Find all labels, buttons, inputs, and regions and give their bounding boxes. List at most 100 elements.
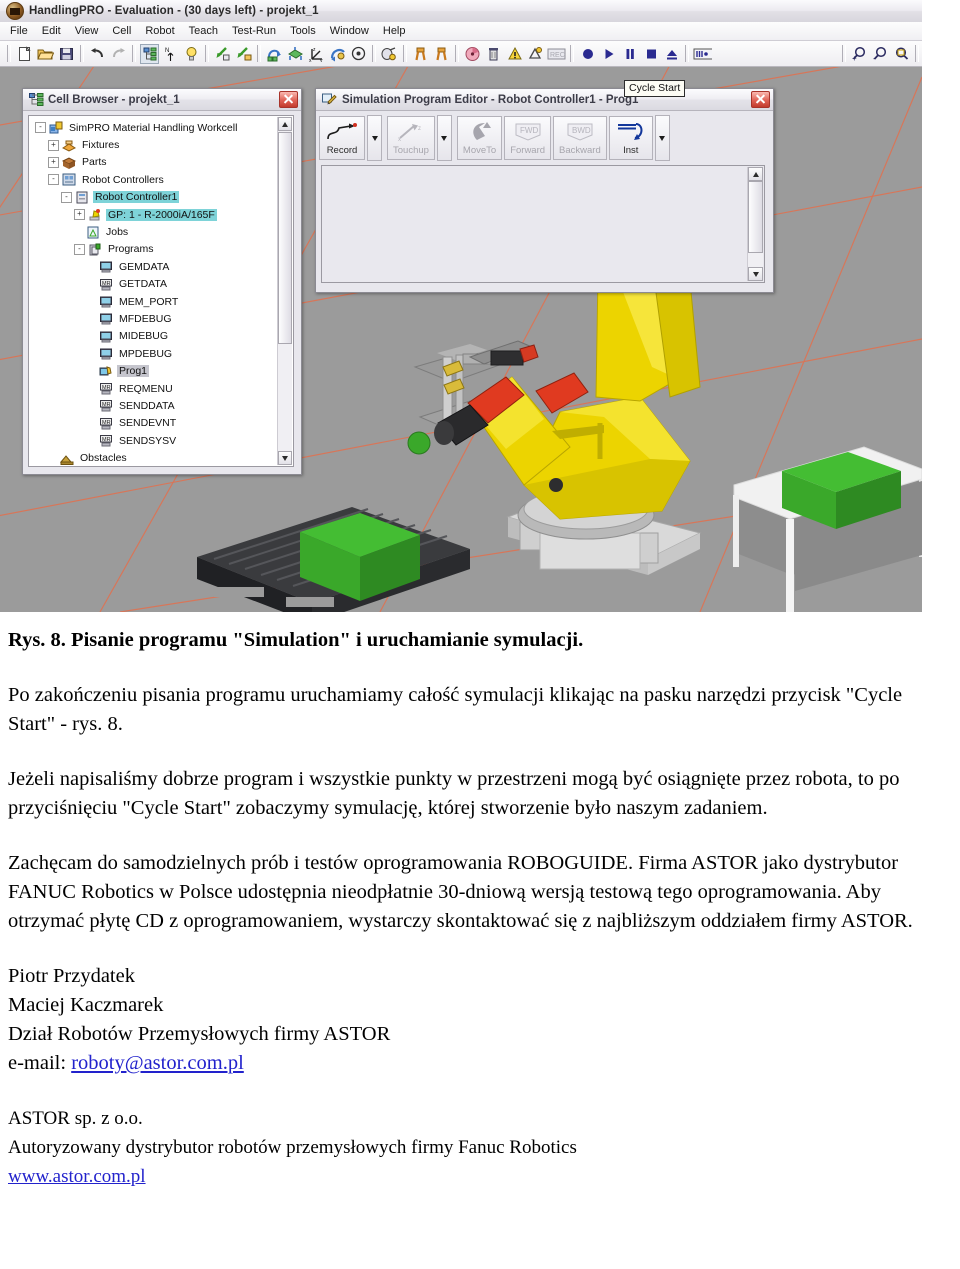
profiler-icon[interactable] [463, 44, 482, 64]
tree-node-label[interactable]: GETDATA [117, 278, 169, 290]
record-display-icon[interactable]: REC [547, 44, 566, 64]
tree-node[interactable]: - Robot Controllers [29, 171, 277, 188]
tree-node-label[interactable]: Obstacles [78, 452, 129, 464]
tree-node[interactable]: GEMDATA [29, 258, 277, 275]
simulation-program-editor-window[interactable]: Simulation Program Editor - Robot Contro… [315, 88, 774, 293]
tree-node-label[interactable]: Fixtures [80, 139, 121, 151]
cell-browser-icon[interactable] [140, 43, 159, 64]
menu-item-view[interactable]: View [75, 25, 99, 37]
website-link[interactable]: www.astor.com.pl [8, 1162, 952, 1191]
undo-icon[interactable] [88, 44, 107, 64]
tree-node[interactable]: MR SENDSYSV [29, 432, 277, 449]
tree-node[interactable]: + GP: 1 - R-2000iA/165F [29, 206, 277, 223]
tree-node[interactable]: MR REQMENU [29, 380, 277, 397]
save-icon[interactable] [57, 44, 76, 64]
record-button-icon[interactable] [578, 44, 597, 64]
record-dropdown-button[interactable] [367, 115, 382, 161]
editor-scrollbar[interactable] [747, 167, 763, 281]
tree-node-label[interactable]: Robot Controller1 [93, 191, 180, 204]
tree-scrollbar[interactable] [277, 117, 292, 465]
zoom-window-icon[interactable] [892, 44, 911, 64]
collapse-icon[interactable]: - [74, 243, 85, 255]
tree-node-label[interactable]: Prog1 [117, 365, 150, 378]
tree-node[interactable]: MR GETDATA [29, 276, 277, 293]
program-editor-content[interactable] [324, 168, 746, 280]
cell-tree[interactable]: - SimPRO Material Handling Workcell + Fixtu… [29, 119, 277, 466]
touchup-button[interactable]: zx Touchup [387, 116, 435, 160]
new-icon[interactable] [15, 44, 34, 64]
menu-item-window[interactable]: Window [330, 25, 369, 37]
zoom-out-icon[interactable]: - [871, 44, 890, 64]
menu-item-tools[interactable]: Tools [290, 25, 316, 37]
menu-item-help[interactable]: Help [383, 25, 406, 37]
teach-user-icon[interactable] [234, 44, 253, 64]
tree-node[interactable]: MFDEBUG [29, 310, 277, 327]
hint-bulb-icon[interactable] [182, 44, 201, 64]
cell-browser-window[interactable]: Cell Browser - projekt_1 - SimPRO Materia… [22, 88, 302, 475]
tree-node[interactable]: + Fixtures [29, 136, 277, 153]
moveto-button[interactable]: MoveTo [456, 116, 503, 160]
eject-icon[interactable] [662, 44, 681, 64]
tree-node-label[interactable]: MEM_PORT [117, 296, 180, 308]
cell-browser-tree-panel[interactable]: - SimPRO Material Handling Workcell + Fixtu… [28, 115, 294, 467]
tree-node-label[interactable]: MIDEBUG [117, 330, 170, 342]
collision-icon[interactable] [526, 44, 545, 64]
close-icon[interactable] [279, 91, 298, 108]
inst-button[interactable]: Inst [608, 116, 653, 160]
tree-node-label[interactable]: SimPRO Material Handling Workcell [67, 122, 239, 134]
scroll-down-button[interactable] [748, 267, 763, 281]
stop-icon[interactable] [641, 44, 660, 64]
scroll-up-button[interactable] [748, 167, 763, 181]
gripper2-icon[interactable] [432, 44, 451, 64]
tree-node[interactable]: - Robot Controller1 [29, 189, 277, 206]
tree-node[interactable]: Jobs [29, 223, 277, 240]
tree-node[interactable]: - Programs [29, 241, 277, 258]
collapse-icon[interactable]: - [35, 122, 46, 134]
tree-node-label[interactable]: REQMENU [117, 383, 175, 395]
record-button[interactable]: Record [319, 116, 365, 160]
tree-node[interactable]: + Parts [29, 154, 277, 171]
trash-icon[interactable] [484, 44, 503, 64]
collapse-icon[interactable]: - [48, 174, 59, 186]
program-editor-text-area[interactable] [321, 165, 765, 283]
scroll-down-button[interactable] [278, 451, 292, 465]
menu-item-teach[interactable]: Teach [189, 25, 218, 37]
world-frame-icon[interactable] [286, 44, 305, 64]
zoom-in-icon[interactable]: + [850, 44, 869, 64]
expand-icon[interactable]: + [48, 156, 59, 168]
inst-dropdown-button[interactable] [654, 115, 670, 161]
open-icon[interactable] [36, 44, 55, 64]
tree-node-label[interactable]: Parts [80, 156, 109, 168]
tree-node-label[interactable]: GP: 1 - R-2000iA/165F [106, 208, 217, 221]
jog-coord-icon[interactable] [265, 44, 284, 64]
menu-item-robot[interactable]: Robot [145, 25, 174, 37]
axis-frame-icon[interactable]: xyz [307, 44, 326, 64]
tree-node[interactable]: MIDEBUG [29, 328, 277, 345]
tree-node-label[interactable]: MPDEBUG [117, 348, 174, 360]
tree-node[interactable]: MR SENDDATA [29, 397, 277, 414]
expand-icon[interactable]: + [48, 139, 59, 151]
tool-frame-icon[interactable] [328, 44, 347, 64]
tree-node-label[interactable]: Jobs [104, 226, 130, 238]
tree-node[interactable]: - SimPRO Material Handling Workcell [29, 119, 277, 136]
tree-node-label[interactable]: Robot Controllers [80, 174, 166, 186]
tree-node[interactable]: MR SENDEVNT [29, 415, 277, 432]
pause-icon[interactable] [620, 44, 639, 64]
forward-button[interactable]: FWD Forward [504, 116, 552, 160]
scroll-thumb[interactable] [748, 181, 763, 253]
teach-tool-icon[interactable] [213, 44, 232, 64]
tree-node-label[interactable]: Programs [106, 243, 156, 255]
scroll-up-button[interactable] [278, 117, 292, 131]
gripper-icon[interactable] [411, 44, 430, 64]
teach-pendant-icon[interactable] [380, 44, 399, 64]
backward-button[interactable]: BWD Backward [553, 116, 607, 160]
target-icon[interactable] [349, 44, 368, 64]
email-link[interactable]: roboty@astor.com.pl [71, 1052, 244, 1074]
menu-item-file[interactable]: File [10, 25, 28, 37]
tree-node-label[interactable]: MFDEBUG [117, 313, 174, 325]
scroll-thumb[interactable] [278, 132, 292, 344]
tree-node[interactable]: MEM_PORT [29, 293, 277, 310]
alarm-icon[interactable] [505, 44, 524, 64]
tree-node[interactable]: Prog1 [29, 362, 277, 379]
tree-node[interactable]: Obstacles [29, 449, 277, 466]
